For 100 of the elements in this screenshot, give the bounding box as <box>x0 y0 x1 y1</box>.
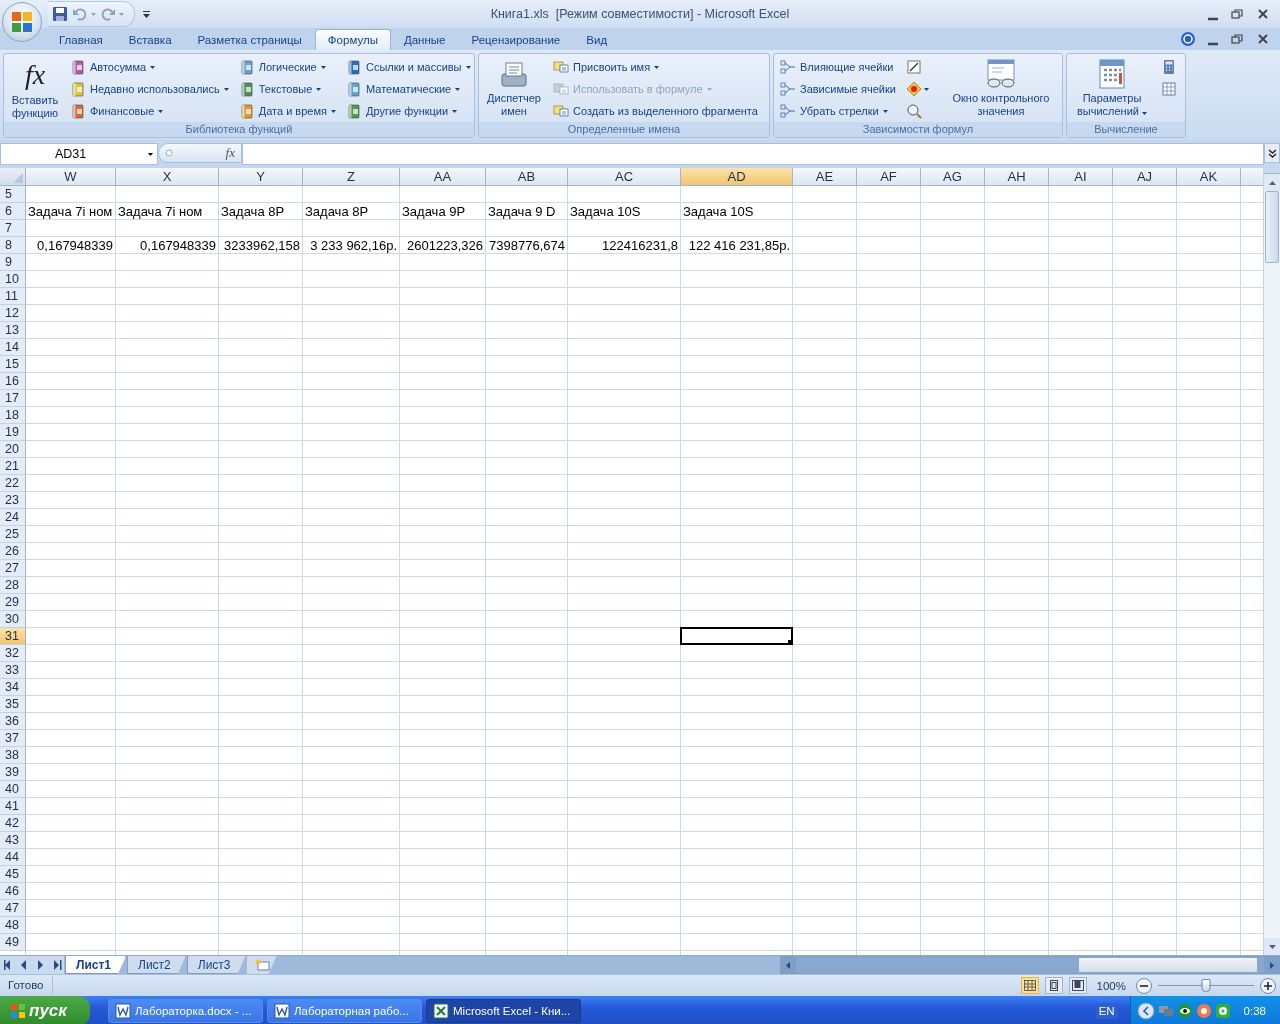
column-header[interactable]: AD <box>681 168 793 186</box>
row-header[interactable]: 29 <box>0 594 26 611</box>
column-header[interactable]: Z <box>303 168 400 186</box>
expand-formula-button[interactable] <box>1264 143 1280 163</box>
ribbon-button[interactable]: Присвоить имя <box>551 56 760 78</box>
column-header[interactable]: AK <box>1177 168 1241 186</box>
row-header[interactable]: 40 <box>0 781 26 798</box>
scroll-up-button[interactable] <box>1264 174 1280 191</box>
calculation-options-button[interactable]: Параметры вычислений <box>1071 56 1153 120</box>
help-button[interactable] <box>1180 31 1196 47</box>
row-header[interactable]: 19 <box>0 424 26 441</box>
sheet-tab[interactable]: Лист1 <box>65 956 127 974</box>
row-header[interactable]: 8 <box>0 237 26 254</box>
taskbar-button[interactable]: Лабораторка.docx - ... <box>108 999 263 1023</box>
ribbon-button[interactable]: Логические <box>236 56 338 78</box>
zoom-out-button[interactable] <box>1136 977 1152 994</box>
row-header[interactable]: 31 <box>0 628 26 645</box>
row-header[interactable]: 25 <box>0 526 26 543</box>
row-header[interactable]: 38 <box>0 747 26 764</box>
row-header[interactable]: 27 <box>0 560 26 577</box>
selected-cell[interactable] <box>680 627 793 645</box>
ribbon-tab[interactable]: Формулы <box>314 29 391 50</box>
ribbon-button[interactable]: Влияющие ячейки <box>778 56 898 78</box>
row-header[interactable]: 12 <box>0 305 26 322</box>
ribbon-tab[interactable]: Рецензирование <box>458 29 574 50</box>
ribbon-button[interactable]: Автосумма <box>68 56 231 78</box>
ribbon-button[interactable]: Математические <box>343 78 473 100</box>
ribbon-tab[interactable]: Вид <box>573 29 621 50</box>
column-header[interactable]: AJ <box>1113 168 1177 186</box>
name-box[interactable]: AD31 <box>0 143 158 165</box>
column-header[interactable]: AC <box>568 168 681 186</box>
row-header[interactable]: 24 <box>0 509 26 526</box>
view-button[interactable] <box>1044 977 1063 994</box>
row-header[interactable]: 28 <box>0 577 26 594</box>
row-header[interactable]: 11 <box>0 288 26 305</box>
row-header[interactable]: 45 <box>0 866 26 883</box>
row-header[interactable]: 20 <box>0 441 26 458</box>
row-header[interactable]: 44 <box>0 849 26 866</box>
row-header[interactable]: 30 <box>0 611 26 628</box>
taskbar-button[interactable]: Лабораторная рабо... <box>267 999 422 1023</box>
row-header[interactable]: 37 <box>0 730 26 747</box>
formula-input[interactable] <box>242 143 1264 165</box>
name-manager-button[interactable]: Диспетчер имен <box>483 56 545 120</box>
row-header[interactable]: 39 <box>0 764 26 781</box>
row-header[interactable]: 21 <box>0 458 26 475</box>
row-header[interactable]: 26 <box>0 543 26 560</box>
row-header[interactable]: 17 <box>0 390 26 407</box>
insert-function-button[interactable]: fx Вставить функцию <box>8 56 62 122</box>
ribbon-button[interactable]: Ссылки и массивы <box>343 56 473 78</box>
view-button[interactable] <box>1020 977 1039 994</box>
row-header[interactable]: 9 <box>0 254 26 271</box>
ribbon-tab[interactable]: Данные <box>390 29 459 50</box>
row-header[interactable]: 18 <box>0 407 26 424</box>
start-button[interactable]: пуск <box>0 996 90 1024</box>
ribbon-tab[interactable]: Главная <box>46 29 116 50</box>
sheet-tab[interactable]: Лист2 <box>127 956 186 974</box>
row-header[interactable]: 36 <box>0 713 26 730</box>
row-header[interactable]: 5 <box>0 186 26 203</box>
ribbon-button[interactable]: Другие функции <box>343 100 473 122</box>
column-header[interactable]: AF <box>857 168 921 186</box>
row-header[interactable]: 14 <box>0 339 26 356</box>
column-header[interactable]: AI <box>1049 168 1113 186</box>
row-header[interactable]: 23 <box>0 492 26 509</box>
column-header[interactable]: AH <box>985 168 1049 186</box>
zoom-slider-thumb[interactable] <box>1201 979 1211 992</box>
row-header[interactable]: 41 <box>0 798 26 815</box>
scrollbar-thumb[interactable] <box>1078 957 1258 973</box>
ribbon-button[interactable]: Зависимые ячейки <box>778 78 898 100</box>
ribbon-button[interactable]: Недавно использовались <box>68 78 231 100</box>
scroll-down-button[interactable] <box>1264 938 1280 955</box>
column-header[interactable]: W <box>26 168 116 186</box>
row-header[interactable]: 34 <box>0 679 26 696</box>
row-header[interactable]: 42 <box>0 815 26 832</box>
row-header[interactable]: 49 <box>0 934 26 951</box>
watch-window-button[interactable]: Окно контрольного значения <box>942 56 1059 120</box>
row-header[interactable]: 43 <box>0 832 26 849</box>
row-header[interactable]: 48 <box>0 917 26 934</box>
column-header[interactable]: AG <box>921 168 985 186</box>
row-header[interactable]: 15 <box>0 356 26 373</box>
close-button[interactable] <box>1256 7 1270 21</box>
row-header[interactable]: 16 <box>0 373 26 390</box>
restore-button[interactable] <box>1230 32 1244 46</box>
taskbar-button[interactable]: Microsoft Excel - Кни... <box>426 999 581 1023</box>
row-header[interactable]: 46 <box>0 883 26 900</box>
ribbon-tab[interactable]: Разметка страницы <box>184 29 315 50</box>
row-header[interactable]: 33 <box>0 662 26 679</box>
ribbon-button[interactable]: Убрать стрелки <box>778 100 898 122</box>
ribbon-button[interactable]: Финансовые <box>68 100 231 122</box>
column-header[interactable]: AA <box>400 168 486 186</box>
row-header[interactable]: 22 <box>0 475 26 492</box>
row-header[interactable]: 10 <box>0 271 26 288</box>
column-header[interactable]: AB <box>486 168 568 186</box>
split-handle[interactable] <box>1264 168 1280 174</box>
view-button[interactable] <box>1068 977 1087 994</box>
insert-function-button[interactable]: fx <box>225 145 235 161</box>
sheet-tab[interactable]: Лист3 <box>186 956 246 974</box>
language-indicator[interactable]: EN <box>1095 1003 1118 1019</box>
close-button[interactable] <box>1256 32 1270 46</box>
row-header[interactable]: 6 <box>0 203 26 220</box>
restore-button[interactable] <box>1230 7 1244 21</box>
